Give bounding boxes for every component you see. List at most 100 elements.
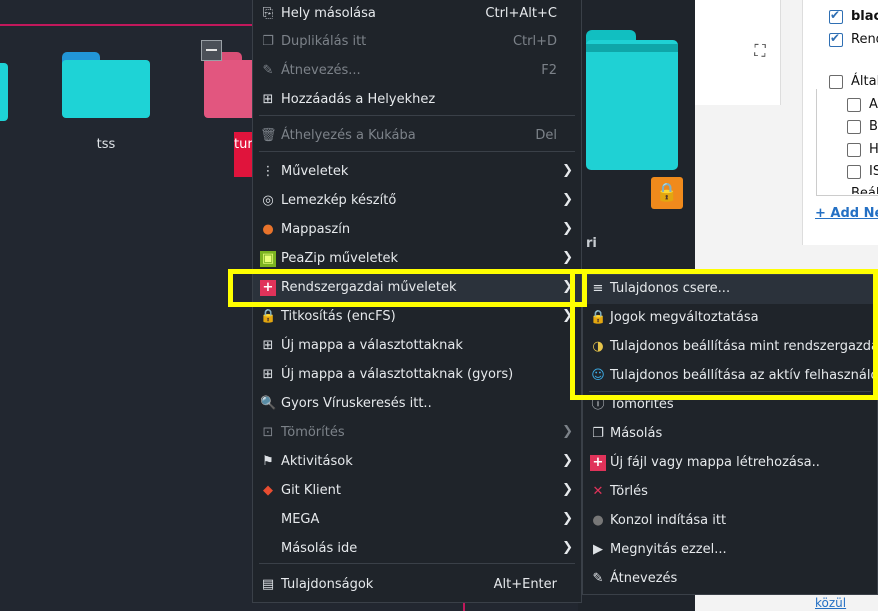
checkbox-label: IS <box>869 164 878 179</box>
bottom-link-text[interactable]: közül <box>815 596 846 610</box>
chevron-right-icon: ❯ <box>562 221 573 236</box>
submenu-item[interactable]: ❐ Másolás <box>583 420 877 449</box>
peazip-icon: ▣ <box>260 251 276 267</box>
menu-item[interactable]: ⊞ Új mappa a választottaknak (gyors) <box>253 361 581 390</box>
menu-item[interactable]: ⊞ Új mappa a választottaknak <box>253 332 581 361</box>
menu-item[interactable]: ⚑ Aktivitások ❯ <box>253 448 581 477</box>
checkbox-label: A <box>869 97 878 112</box>
menu-item-label: Műveletek <box>281 164 349 179</box>
checkbox-rend[interactable] <box>829 31 843 47</box>
folder-label-selected: tur <box>234 132 254 177</box>
folder-color-icon: ● <box>262 222 274 237</box>
copy-icon: ❐ <box>592 426 604 441</box>
submenu-item-label: Megnyitás ezzel... <box>610 542 727 557</box>
submenu-item[interactable]: ● Konzol indítása itt <box>583 507 877 536</box>
checkbox-b[interactable] <box>847 120 861 134</box>
menu-item[interactable]: ● Mappaszín ❯ <box>253 216 581 245</box>
submenu-item[interactable]: ✎ Átnevezés <box>583 565 877 594</box>
open-with-icon: ▶ <box>593 542 603 557</box>
checkbox-label: Rend <box>851 32 878 47</box>
copy-location-icon: ⎘ <box>262 6 274 21</box>
menu-item-label: Új mappa a választottaknak (gyors) <box>281 367 514 382</box>
menu-item-label: Lemezkép készítő <box>281 193 397 208</box>
submenu-item-label: Másolás <box>610 426 663 441</box>
menu-item[interactable]: ◆ Git Klient ❯ <box>253 477 581 506</box>
menu-item[interactable]: Másolás ide ❯ <box>253 535 581 564</box>
menu-item-label: Mappaszín <box>281 222 351 237</box>
menu-item[interactable]: 🔒 Titkosítás (encFS) ❯ <box>253 303 581 332</box>
chevron-right-icon: ❯ <box>562 482 573 497</box>
add-new-link[interactable]: + Add New <box>815 206 878 221</box>
chevron-right-icon: ❯ <box>562 511 573 526</box>
folder-label: tss <box>96 137 116 152</box>
menu-item[interactable]: ⊞ Hozzáadás a Helyekhez <box>253 86 581 115</box>
checkbox-black[interactable] <box>829 8 843 24</box>
preview-folder-icon <box>586 40 678 170</box>
checkbox-label: Által <box>851 74 878 89</box>
menu-item[interactable]: ◎ Lemezkép készítő ❯ <box>253 187 581 216</box>
submenu-item-label: Konzol indítása itt <box>610 513 727 528</box>
accent-line <box>0 24 252 26</box>
menu-item-label: Új mappa a választottaknak <box>281 338 463 353</box>
menu-item[interactable]: ❐ Duplikálás itt Ctrl+D <box>253 28 581 57</box>
checkbox-a[interactable] <box>847 98 861 112</box>
mega-icon <box>260 512 276 528</box>
menu-item[interactable]: 🔍 Gyors Víruskeresés itt.. <box>253 390 581 419</box>
checkbox-is[interactable] <box>847 165 861 179</box>
info-panel-heading: ri <box>586 236 597 251</box>
menu-item-label: Áthelyezés a Kukába <box>281 128 416 143</box>
folder-partial[interactable] <box>0 55 8 121</box>
menu-item-label: PeaZip műveletek <box>281 251 399 266</box>
selection-toggle[interactable] <box>201 40 222 61</box>
submenu-item[interactable]: ▶ Megnyitás ezzel... <box>583 536 877 565</box>
menu-item-label: Aktivitások <box>281 454 353 469</box>
submenu-item-label: Új fájl vagy mappa létrehozása.. <box>610 455 820 470</box>
menu-item-label: Tömörítés <box>281 425 345 440</box>
menu-item-label: Titkosítás (encFS) <box>281 309 396 324</box>
menu-item-label: MEGA <box>281 512 320 527</box>
checkbox-altal[interactable] <box>829 75 843 89</box>
menu-item-label: Hely másolása <box>281 6 376 21</box>
duplicate-icon: ❐ <box>262 34 274 49</box>
rename-icon: ✎ <box>592 571 604 586</box>
disk-image-icon: ◎ <box>262 193 274 208</box>
menu-item[interactable]: ⊡ Tömörítés ❯ <box>253 419 581 448</box>
menu-item[interactable]: ⎘ Hely másolása Ctrl+Alt+C <box>253 0 581 29</box>
menu-item-label: Tulajdonságok <box>281 577 374 592</box>
rename-icon: ✎ <box>262 63 274 78</box>
menu-item[interactable]: 🗑 Áthelyezés a Kukába Del <box>253 122 581 151</box>
lock-icon: 🔒 <box>651 177 683 209</box>
encrypt-lock-icon: 🔒 <box>260 309 277 324</box>
folder-tur[interactable] <box>204 52 254 118</box>
menu-item-label: Duplikálás itt <box>281 34 367 49</box>
submenu-item-label: Átnevezés <box>610 571 678 586</box>
checkbox-h[interactable] <box>847 143 861 157</box>
partial-item: Beáll <box>851 186 878 194</box>
virus-scan-icon: 🔍 <box>260 396 277 411</box>
checkbox-label: B <box>869 119 878 134</box>
menu-item[interactable]: MEGA ❯ <box>253 506 581 535</box>
folder-tss[interactable] <box>62 52 150 118</box>
bookmark-add-icon: ⊞ <box>262 92 274 107</box>
chevron-right-icon: ❯ <box>562 163 573 178</box>
submenu-item-label: Törlés <box>610 484 648 499</box>
menu-item-shortcut: Ctrl+D <box>512 34 557 49</box>
submenu-item[interactable]: ✕ Törlés <box>583 478 877 507</box>
terminal-icon: ● <box>592 513 604 528</box>
checkbox-label: H <box>869 142 878 157</box>
fullscreen-icon[interactable]: ⛶ <box>751 42 769 60</box>
compress-icon: ⊡ <box>262 425 274 440</box>
highlight-box-menu-item <box>228 269 587 307</box>
chevron-right-icon: ❯ <box>562 250 573 265</box>
new-folder-icon: ⊞ <box>262 338 274 353</box>
menu-item-label: Átnevezés... <box>281 63 361 78</box>
menu-item[interactable]: ✎ Átnevezés... F2 <box>253 57 581 86</box>
delete-icon: ✕ <box>592 484 604 499</box>
menu-item-shortcut: Ctrl+Alt+C <box>485 6 557 21</box>
menu-item[interactable]: ▤ Tulajdonságok Alt+Enter <box>253 571 581 600</box>
menu-item[interactable]: ⋮ Műveletek ❯ <box>253 158 581 187</box>
menu-item-label: Hozzáadás a Helyekhez <box>281 92 436 107</box>
highlight-box-submenu <box>570 269 878 400</box>
menu-separator <box>259 151 575 152</box>
submenu-item[interactable]: + Új fájl vagy mappa létrehozása.. <box>583 449 877 478</box>
